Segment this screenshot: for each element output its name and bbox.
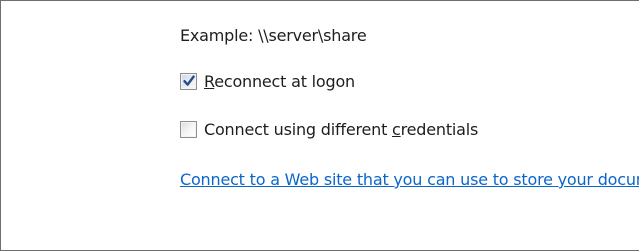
checkmark-icon — [183, 75, 195, 86]
connect-web-site-link[interactable]: Connect to a Web site that you can use t… — [180, 170, 639, 189]
reconnect-at-logon-checkbox[interactable] — [180, 73, 197, 90]
credentials-access-key: c — [392, 120, 401, 139]
path-example-text: Example: \\server\share — [180, 26, 367, 45]
reconnect-access-key: R — [204, 72, 215, 91]
credentials-label-before: Connect using different — [204, 120, 393, 139]
credentials-label-after: redentials — [400, 120, 479, 139]
reconnect-at-logon-label: Reconnect at logon — [204, 72, 355, 91]
different-credentials-label: Connect using different credentials — [204, 120, 478, 139]
different-credentials-option[interactable]: Connect using different credentials — [180, 120, 478, 139]
different-credentials-checkbox[interactable] — [180, 121, 197, 138]
dialog-content-area: Example: \\server\share Reconnect at log… — [0, 0, 639, 251]
reconnect-at-logon-option[interactable]: Reconnect at logon — [180, 72, 355, 91]
reconnect-label-rest: econnect at logon — [214, 72, 355, 91]
